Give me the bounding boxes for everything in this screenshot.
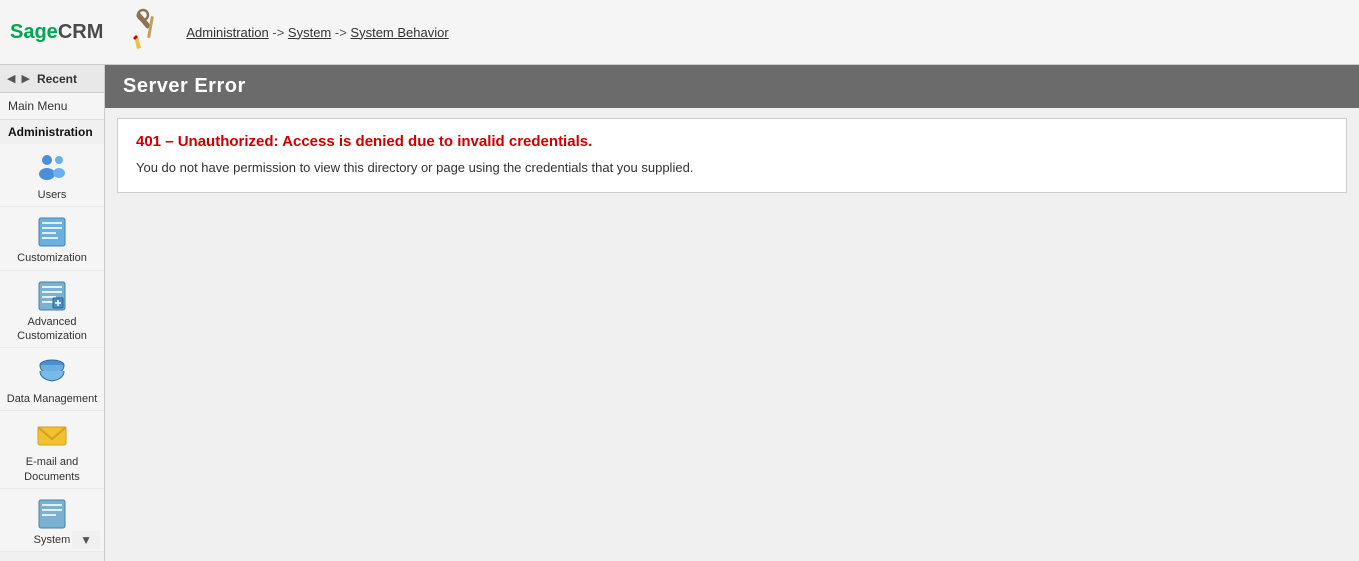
sidebar-item-advanced-customization-label: Advanced Customization: [4, 315, 100, 344]
server-error-header: Server Error: [105, 65, 1359, 108]
top-bar: SageCRM Administration -> System -> Syst…: [0, 0, 1359, 65]
sidebar-item-data-management[interactable]: Data Management: [0, 348, 104, 411]
email-docs-icon: [34, 417, 70, 453]
app-logo: SageCRM: [10, 21, 103, 44]
scroll-down-icon: ▼: [80, 533, 92, 547]
logo-crm: CRM: [58, 21, 104, 43]
breadcrumb: Administration -> System -> System Behav…: [186, 25, 448, 40]
sidebar-scroll-down[interactable]: ▼: [72, 531, 100, 549]
data-management-icon: [34, 354, 70, 390]
sidebar-item-system-label: System: [34, 533, 71, 547]
sidebar-item-customization[interactable]: Customization: [0, 207, 104, 270]
recent-label: Recent: [37, 72, 77, 86]
sidebar-item-advanced-customization[interactable]: Advanced Customization: [0, 271, 104, 349]
sidebar-item-users-label: Users: [38, 188, 67, 202]
sidebar-item-email-and-documents[interactable]: E-mail and Documents: [0, 411, 104, 489]
adv-customization-icon: [34, 277, 70, 313]
customization-icon: [34, 213, 70, 249]
layout: ◀ ▶ Recent Main Menu Administration User…: [0, 65, 1359, 561]
sidebar-item-data-management-label: Data Management: [7, 392, 98, 406]
users-icon: [34, 150, 70, 186]
sidebar-item-customization-label: Customization: [17, 251, 87, 265]
recent-prev-button[interactable]: ◀: [4, 70, 18, 87]
recent-bar: ◀ ▶ Recent: [0, 65, 104, 93]
sidebar: ◀ ▶ Recent Main Menu Administration User…: [0, 65, 105, 561]
main-menu-link[interactable]: Main Menu: [0, 93, 104, 120]
breadcrumb-sep1: ->: [272, 25, 288, 40]
admin-section-label: Administration: [0, 120, 104, 144]
tools-icon: [123, 8, 171, 56]
sidebar-item-email-docs-label: E-mail and Documents: [4, 455, 100, 484]
recent-next-button[interactable]: ▶: [18, 70, 32, 87]
system-icon: [34, 495, 70, 531]
sidebar-item-system[interactable]: System ▼: [0, 489, 104, 552]
error-box: 401 – Unauthorized: Access is denied due…: [117, 118, 1347, 193]
error-title: 401 – Unauthorized: Access is denied due…: [136, 133, 1328, 150]
error-description: You do not have permission to view this …: [136, 158, 1328, 178]
breadcrumb-system-behavior[interactable]: System Behavior: [350, 25, 448, 40]
logo-sage: Sage: [10, 21, 58, 43]
breadcrumb-sep2: ->: [335, 25, 351, 40]
breadcrumb-system[interactable]: System: [288, 25, 331, 40]
breadcrumb-admin[interactable]: Administration: [186, 25, 268, 40]
sidebar-item-users[interactable]: Users: [0, 144, 104, 207]
main-content: Server Error 401 – Unauthorized: Access …: [105, 65, 1359, 561]
